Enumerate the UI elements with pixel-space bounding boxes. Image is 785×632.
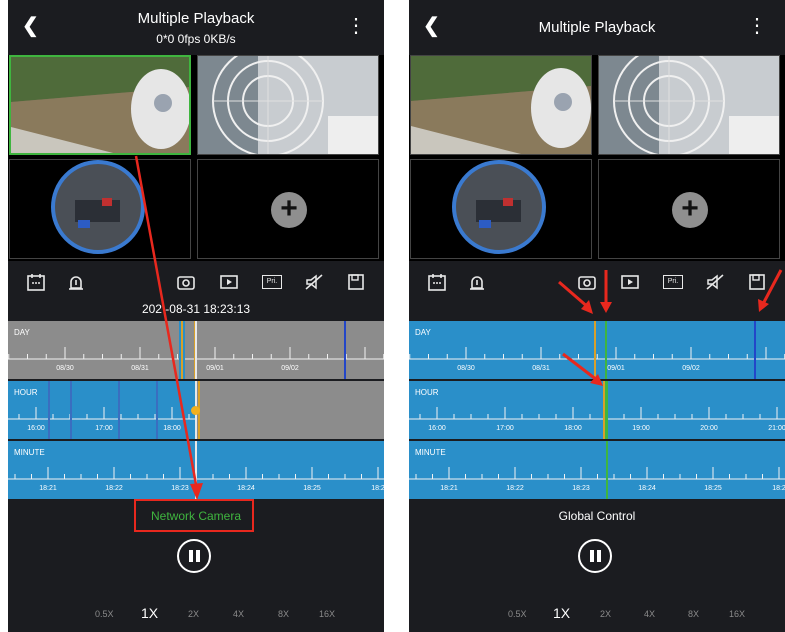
left-phone-screen: ❮ Multiple Playback 0*0 0fps 0KB/s ⋮ + P… [8,0,384,632]
right-phone-screen: ❮ Multiple Playback ⋮ + Pri. 08/30 08/31… [409,0,785,632]
annotation-arrow [134,155,203,500]
annotation-arrows [558,269,783,386]
